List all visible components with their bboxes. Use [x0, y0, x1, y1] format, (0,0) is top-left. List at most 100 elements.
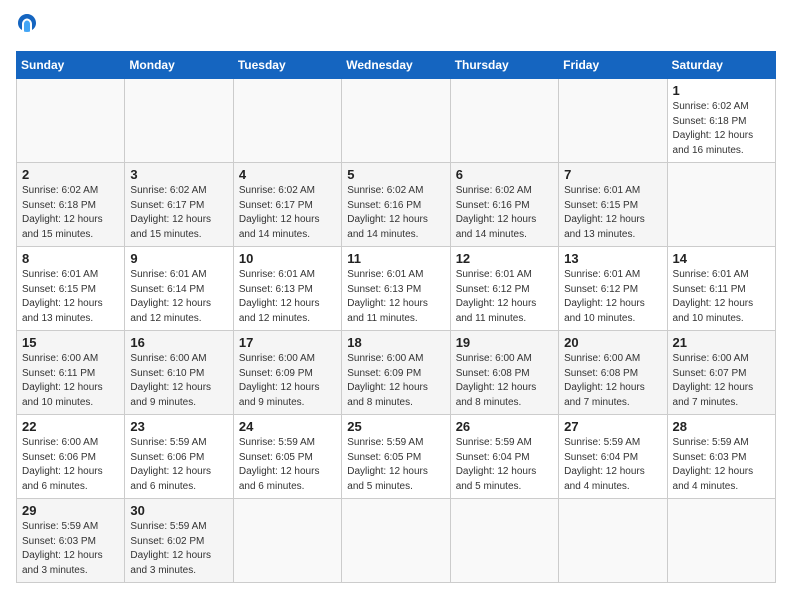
logo-icon — [16, 12, 38, 34]
calendar-cell — [559, 499, 667, 583]
calendar-cell — [667, 163, 775, 247]
day-info: Sunrise: 6:01 AM Sunset: 6:12 PM Dayligh… — [564, 268, 661, 326]
calendar-cell: 25 Sunrise: 5:59 AM Sunset: 6:05 PM Dayli… — [342, 415, 450, 499]
calendar-cell — [450, 499, 558, 583]
day-info: Sunrise: 6:00 AM Sunset: 6:08 PM Dayligh… — [456, 352, 553, 410]
col-header-thursday: Thursday — [450, 52, 558, 79]
day-number: 18 — [347, 335, 444, 350]
day-number: 8 — [22, 251, 119, 266]
day-info: Sunrise: 6:00 AM Sunset: 6:08 PM Dayligh… — [564, 352, 661, 410]
day-number: 16 — [130, 335, 227, 350]
day-info: Sunrise: 6:01 AM Sunset: 6:13 PM Dayligh… — [239, 268, 336, 326]
calendar-cell: 11 Sunrise: 6:01 AM Sunset: 6:13 PM Dayli… — [342, 247, 450, 331]
day-number: 2 — [22, 167, 119, 182]
calendar-header-row: SundayMondayTuesdayWednesdayThursdayFrid… — [17, 52, 776, 79]
day-number: 17 — [239, 335, 336, 350]
day-info: Sunrise: 6:01 AM Sunset: 6:15 PM Dayligh… — [564, 184, 661, 242]
calendar-cell — [450, 79, 558, 163]
calendar-cell: 10Sunrise: 6:01 AM Sunset: 6:13 PM Dayli… — [233, 247, 341, 331]
day-number: 26 — [456, 419, 553, 434]
calendar-cell: 4 Sunrise: 6:02 AM Sunset: 6:17 PM Daylig… — [233, 163, 341, 247]
calendar-cell: 17Sunrise: 6:00 AM Sunset: 6:09 PM Dayli… — [233, 331, 341, 415]
page-header — [16, 16, 776, 39]
day-number: 11 — [347, 251, 444, 266]
day-number: 25 — [347, 419, 444, 434]
col-header-saturday: Saturday — [667, 52, 775, 79]
day-number: 13 — [564, 251, 661, 266]
calendar-cell: 30 Sunrise: 5:59 AM Sunset: 6:02 PM Dayli… — [125, 499, 233, 583]
day-info: Sunrise: 6:01 AM Sunset: 6:15 PM Dayligh… — [22, 268, 119, 326]
col-header-sunday: Sunday — [17, 52, 125, 79]
calendar-cell: 28Sunrise: 5:59 AM Sunset: 6:03 PM Dayli… — [667, 415, 775, 499]
col-header-wednesday: Wednesday — [342, 52, 450, 79]
calendar-cell: 2Sunrise: 6:02 AM Sunset: 6:18 PM Daylig… — [17, 163, 125, 247]
day-number: 9 — [130, 251, 227, 266]
calendar-cell — [233, 499, 341, 583]
day-number: 4 — [239, 167, 336, 182]
day-number: 22 — [22, 419, 119, 434]
calendar-cell: 22 Sunrise: 6:00 AM Sunset: 6:06 PM Dayli… — [17, 415, 125, 499]
calendar-cell — [17, 79, 125, 163]
calendar-cell: 6Sunrise: 6:02 AM Sunset: 6:16 PM Daylig… — [450, 163, 558, 247]
logo — [16, 16, 40, 39]
day-info: Sunrise: 5:59 AM Sunset: 6:05 PM Dayligh… — [347, 436, 444, 494]
day-info: Sunrise: 5:59 AM Sunset: 6:02 PM Dayligh… — [130, 520, 227, 578]
calendar-cell: 3 Sunrise: 6:02 AM Sunset: 6:17 PM Daylig… — [125, 163, 233, 247]
calendar-table: SundayMondayTuesdayWednesdayThursdayFrid… — [16, 51, 776, 583]
calendar-week-6: 29Sunrise: 5:59 AM Sunset: 6:03 PM Dayli… — [17, 499, 776, 583]
day-info: Sunrise: 6:02 AM Sunset: 6:17 PM Dayligh… — [130, 184, 227, 242]
day-info: Sunrise: 6:00 AM Sunset: 6:11 PM Dayligh… — [22, 352, 119, 410]
day-info: Sunrise: 6:00 AM Sunset: 6:06 PM Dayligh… — [22, 436, 119, 494]
day-info: Sunrise: 5:59 AM Sunset: 6:05 PM Dayligh… — [239, 436, 336, 494]
day-number: 15 — [22, 335, 119, 350]
day-info: Sunrise: 6:00 AM Sunset: 6:10 PM Dayligh… — [130, 352, 227, 410]
calendar-cell — [125, 79, 233, 163]
day-info: Sunrise: 5:59 AM Sunset: 6:06 PM Dayligh… — [130, 436, 227, 494]
day-number: 21 — [673, 335, 770, 350]
day-number: 20 — [564, 335, 661, 350]
calendar-week-2: 2Sunrise: 6:02 AM Sunset: 6:18 PM Daylig… — [17, 163, 776, 247]
calendar-week-1: 1Sunrise: 6:02 AM Sunset: 6:18 PM Daylig… — [17, 79, 776, 163]
calendar-cell: 29Sunrise: 5:59 AM Sunset: 6:03 PM Dayli… — [17, 499, 125, 583]
day-info: Sunrise: 5:59 AM Sunset: 6:04 PM Dayligh… — [564, 436, 661, 494]
day-info: Sunrise: 6:01 AM Sunset: 6:11 PM Dayligh… — [673, 268, 770, 326]
calendar-cell: 8 Sunrise: 6:01 AM Sunset: 6:15 PM Daylig… — [17, 247, 125, 331]
calendar-cell: 24Sunrise: 5:59 AM Sunset: 6:05 PM Dayli… — [233, 415, 341, 499]
day-number: 19 — [456, 335, 553, 350]
calendar-cell: 19 Sunrise: 6:00 AM Sunset: 6:08 PM Dayli… — [450, 331, 558, 415]
calendar-cell: 5Sunrise: 6:02 AM Sunset: 6:16 PM Daylig… — [342, 163, 450, 247]
calendar-cell — [667, 499, 775, 583]
calendar-cell: 27 Sunrise: 5:59 AM Sunset: 6:04 PM Dayli… — [559, 415, 667, 499]
day-number: 14 — [673, 251, 770, 266]
calendar-week-3: 8 Sunrise: 6:01 AM Sunset: 6:15 PM Daylig… — [17, 247, 776, 331]
day-number: 28 — [673, 419, 770, 434]
calendar-cell: 1Sunrise: 6:02 AM Sunset: 6:18 PM Daylig… — [667, 79, 775, 163]
calendar-cell: 26 Sunrise: 5:59 AM Sunset: 6:04 PM Dayli… — [450, 415, 558, 499]
calendar-cell: 12Sunrise: 6:01 AM Sunset: 6:12 PM Dayli… — [450, 247, 558, 331]
col-header-friday: Friday — [559, 52, 667, 79]
day-number: 27 — [564, 419, 661, 434]
day-info: Sunrise: 6:00 AM Sunset: 6:07 PM Dayligh… — [673, 352, 770, 410]
day-info: Sunrise: 6:01 AM Sunset: 6:13 PM Dayligh… — [347, 268, 444, 326]
day-number: 29 — [22, 503, 119, 518]
day-info: Sunrise: 6:02 AM Sunset: 6:16 PM Dayligh… — [456, 184, 553, 242]
calendar-cell: 16 Sunrise: 6:00 AM Sunset: 6:10 PM Dayli… — [125, 331, 233, 415]
col-header-tuesday: Tuesday — [233, 52, 341, 79]
day-number: 30 — [130, 503, 227, 518]
calendar-cell: 9 Sunrise: 6:01 AM Sunset: 6:14 PM Daylig… — [125, 247, 233, 331]
calendar-cell — [342, 499, 450, 583]
calendar-cell — [233, 79, 341, 163]
calendar-cell: 15 Sunrise: 6:00 AM Sunset: 6:11 PM Dayli… — [17, 331, 125, 415]
day-info: Sunrise: 6:01 AM Sunset: 6:14 PM Dayligh… — [130, 268, 227, 326]
calendar-cell — [559, 79, 667, 163]
day-info: Sunrise: 6:02 AM Sunset: 6:16 PM Dayligh… — [347, 184, 444, 242]
calendar-cell: 20 Sunrise: 6:00 AM Sunset: 6:08 PM Dayli… — [559, 331, 667, 415]
day-number: 23 — [130, 419, 227, 434]
day-number: 7 — [564, 167, 661, 182]
calendar-cell: 14 Sunrise: 6:01 AM Sunset: 6:11 PM Dayli… — [667, 247, 775, 331]
day-info: Sunrise: 6:02 AM Sunset: 6:17 PM Dayligh… — [239, 184, 336, 242]
day-number: 3 — [130, 167, 227, 182]
day-info: Sunrise: 6:02 AM Sunset: 6:18 PM Dayligh… — [673, 100, 770, 158]
day-info: Sunrise: 5:59 AM Sunset: 6:04 PM Dayligh… — [456, 436, 553, 494]
day-info: Sunrise: 6:00 AM Sunset: 6:09 PM Dayligh… — [347, 352, 444, 410]
